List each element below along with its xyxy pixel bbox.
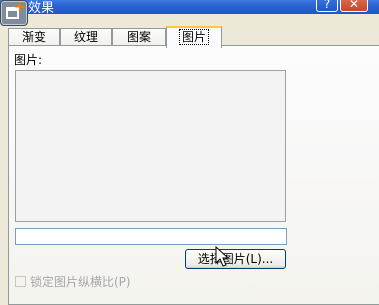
close-button[interactable]: ✕ (340, 0, 368, 12)
tab-strip: 渐变 纹理 图案 图片 (0, 26, 379, 48)
lock-aspect-ratio-checkbox[interactable] (15, 276, 26, 287)
tab-gradient[interactable]: 渐变 (8, 28, 60, 46)
window-title: 效果 (28, 1, 55, 16)
tab-pattern[interactable]: 图案 (112, 28, 166, 46)
mouse-cursor-icon (215, 246, 229, 267)
app-icon: + (0, 0, 28, 26)
tab-picture-label: 图片 (178, 29, 209, 45)
tab-gradient-label: 渐变 (21, 30, 46, 44)
picture-path-field (15, 228, 287, 245)
picture-preview (15, 70, 286, 222)
lock-aspect-ratio-label: 锁定图片纵横比(P) (30, 275, 131, 289)
select-picture-button[interactable]: 选择图片(L)... (185, 249, 286, 269)
plus-icon: + (14, 0, 26, 15)
tab-pattern-label: 图案 (126, 30, 151, 44)
lock-aspect-ratio-option[interactable]: 锁定图片纵横比(P) (15, 273, 131, 290)
tab-picture[interactable]: 图片 (166, 26, 222, 48)
tab-texture-label: 纹理 (73, 30, 98, 44)
picture-section-label: 图片: (14, 53, 43, 67)
help-button[interactable]: ? (316, 0, 338, 12)
tab-texture[interactable]: 纹理 (60, 28, 112, 46)
title-bar[interactable]: 效果 ? ✕ (0, 0, 379, 16)
